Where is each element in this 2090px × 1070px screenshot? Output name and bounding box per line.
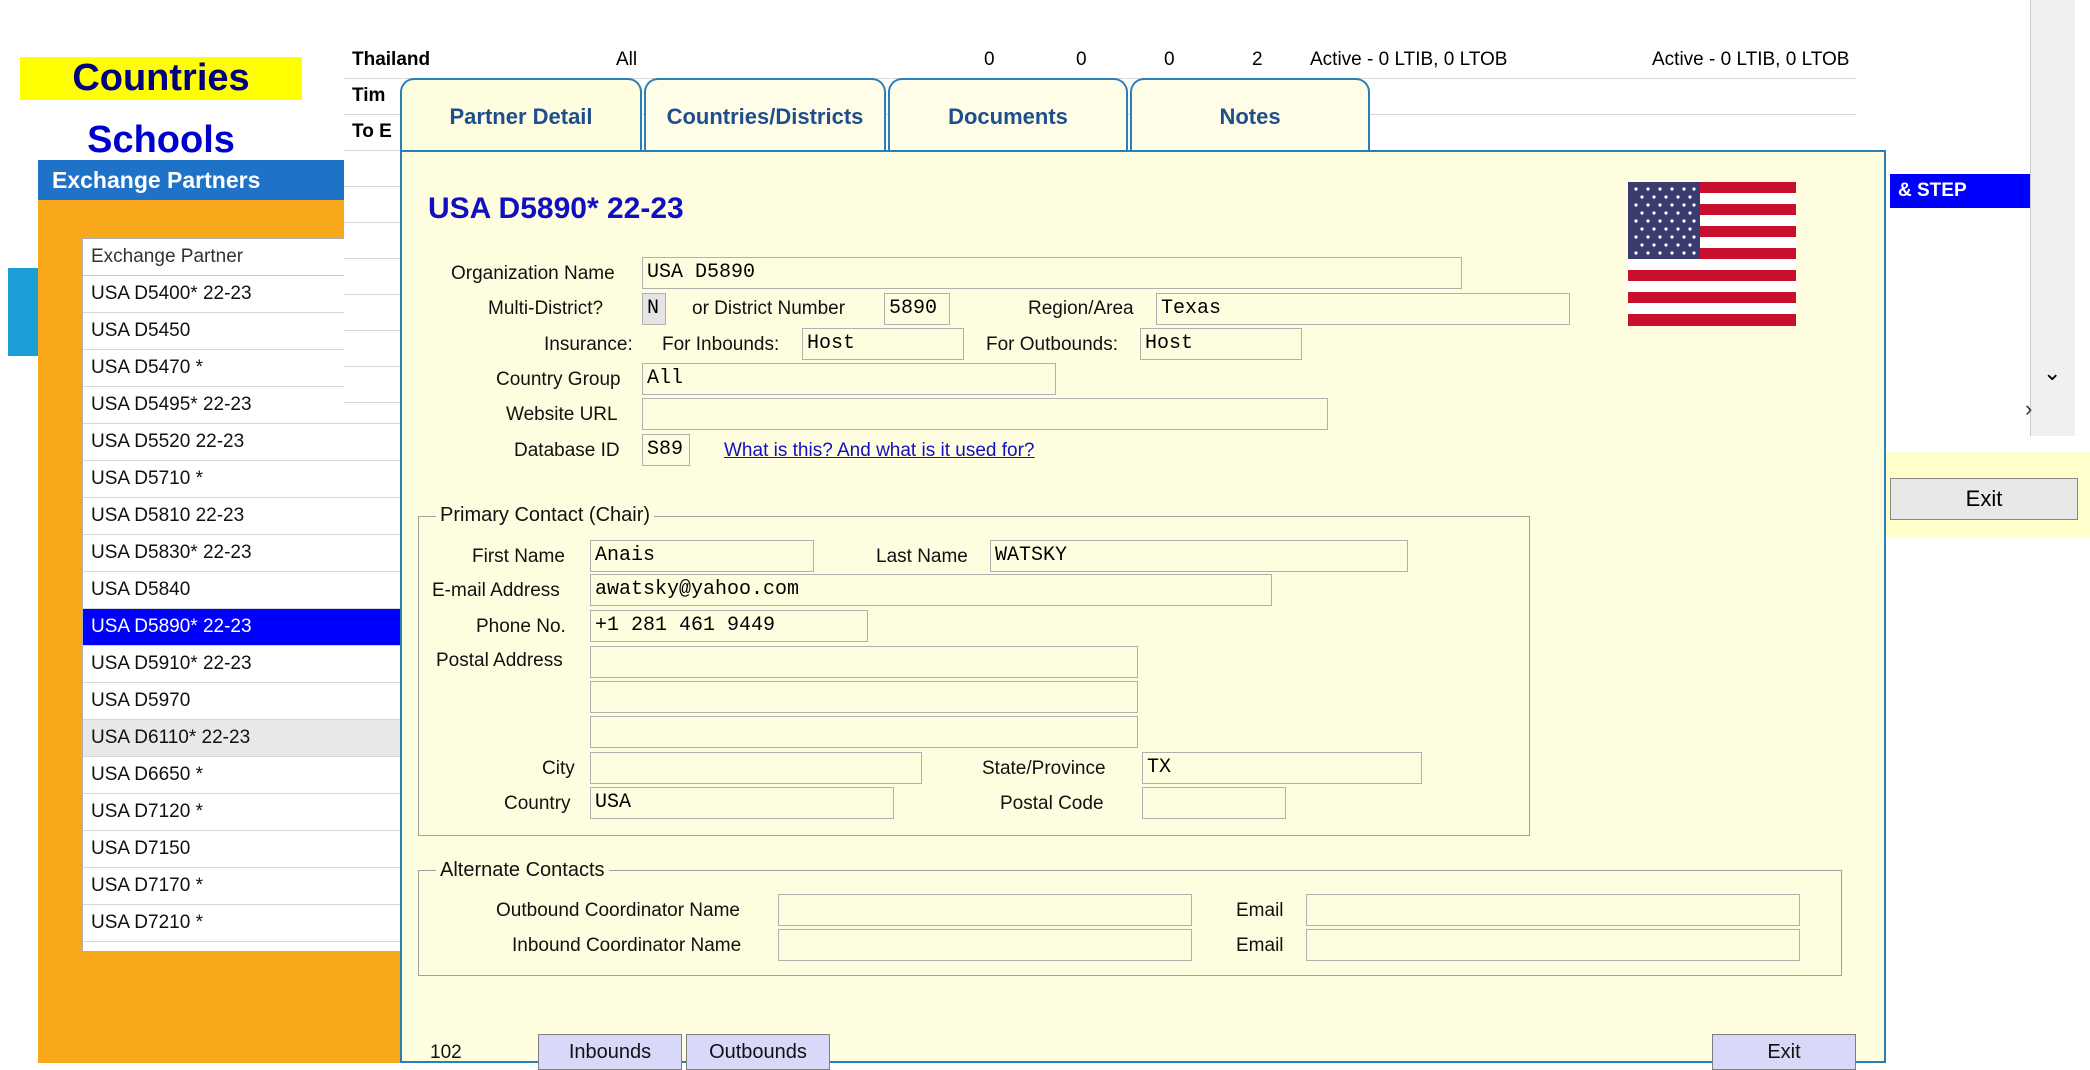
city-label: City [542, 758, 575, 779]
grid-cell-country: Thailand [352, 49, 431, 70]
grid-cell-country: Tim [352, 85, 386, 106]
district-number-field[interactable]: 5890 [884, 293, 950, 325]
region-label: Region/Area [1028, 298, 1134, 319]
postal-address-line1[interactable] [590, 646, 1138, 678]
multi-district-field[interactable]: N [642, 293, 666, 325]
country-field[interactable]: USA [590, 787, 894, 819]
postal-code-label: Postal Code [1000, 793, 1104, 814]
exchange-partner-row[interactable]: USA D5910* 22-23 [83, 646, 401, 683]
exchange-partner-row-selected[interactable]: USA D5890* 22-23 [83, 609, 401, 646]
outbound-coordinator-field[interactable] [778, 894, 1192, 926]
city-field[interactable] [590, 752, 922, 784]
exchange-partner-row[interactable]: USA D5710 * [83, 461, 401, 498]
exchange-partner-row[interactable]: USA D5830* 22-23 [83, 535, 401, 572]
website-url-field[interactable] [642, 398, 1328, 430]
grid-cell-group: All [616, 49, 638, 70]
exchange-partner-row[interactable]: USA D7210 * [83, 905, 401, 942]
side-tab[interactable] [8, 268, 38, 356]
last-name-label: Last Name [876, 546, 968, 567]
country-group-field[interactable]: All [642, 363, 1056, 395]
background-exit-button[interactable]: Exit [1890, 478, 2078, 520]
database-id-field[interactable]: S89 [642, 434, 690, 466]
exchange-partner-row[interactable]: USA D5840 [83, 572, 401, 609]
postal-code-field[interactable] [1142, 787, 1286, 819]
postal-address-line2[interactable] [590, 681, 1138, 713]
state-province-label: State/Province [982, 758, 1106, 779]
grid-cell-status: Active - 0 LTIB, 0 LTOB [1310, 49, 1508, 70]
insurance-inbound-field[interactable]: Host [802, 328, 964, 360]
region-field[interactable]: Texas [1156, 293, 1570, 325]
nav-countries[interactable]: Countries [20, 57, 302, 100]
outbound-coordinator-label: Outbound Coordinator Name [496, 900, 740, 921]
website-url-label: Website URL [506, 404, 618, 425]
grid-cell-count: 0 [984, 49, 995, 70]
outbound-email-label: Email [1236, 900, 1284, 921]
multi-district-label: Multi-District? [488, 298, 604, 319]
outbound-email-field[interactable] [1306, 894, 1800, 926]
alternate-contacts-title: Alternate Contacts [436, 859, 609, 882]
insurance-outbound-field[interactable]: Host [1140, 328, 1302, 360]
exit-button[interactable]: Exit [1712, 1034, 1856, 1070]
record-count: 102 [430, 1042, 462, 1063]
postal-address-line3[interactable] [590, 716, 1138, 748]
exchange-partner-row[interactable]: USA D6650 * [83, 757, 401, 794]
inbound-coordinator-field[interactable] [778, 929, 1192, 961]
partner-title: USA D5890* 22-23 [428, 192, 684, 225]
country-group-label: Country Group [496, 369, 621, 390]
email-address-label: E-mail Address [432, 580, 560, 601]
grid-row[interactable]: Thailand All 0 0 0 2 Active - 0 LTIB, 0 … [344, 42, 1856, 79]
organization-name-label: Organization Name [451, 263, 615, 284]
exchange-partner-row[interactable]: USA D7170 * [83, 868, 401, 905]
exchange-partner-row[interactable]: USA D5810 22-23 [83, 498, 401, 535]
organization-name-field[interactable]: USA D5890 [642, 257, 1462, 289]
first-name-label: First Name [472, 546, 565, 567]
chevron-down-icon[interactable]: ⌄ [2043, 360, 2061, 386]
email-address-field[interactable]: awatsky@yahoo.com [590, 574, 1272, 606]
chevron-right-icon[interactable]: › [2025, 396, 2032, 422]
database-id-label: Database ID [514, 440, 620, 461]
for-inbounds-label: For Inbounds: [662, 334, 780, 355]
primary-contact-title: Primary Contact (Chair) [436, 504, 655, 527]
tab-notes[interactable]: Notes [1130, 78, 1370, 152]
exchange-partner-row[interactable]: USA D7150 [83, 831, 401, 868]
grid-cell-count: 0 [1164, 49, 1175, 70]
us-flag-icon [1628, 182, 1796, 326]
outbounds-button[interactable]: Outbounds [686, 1034, 830, 1070]
exchange-partner-row[interactable]: USA D6110* 22-23 [83, 720, 401, 757]
district-number-label: or District Number [692, 298, 846, 319]
grid-cell-count: 0 [1076, 49, 1087, 70]
nav-schools[interactable]: Schools [20, 118, 302, 163]
insurance-label: Insurance: [544, 334, 633, 355]
first-name-field[interactable]: Anais [590, 540, 814, 572]
tab-countries-districts[interactable]: Countries/Districts [644, 78, 886, 152]
phone-number-label: Phone No. [476, 616, 566, 637]
grid-cell-count: 2 [1252, 49, 1263, 70]
grid-cell-status: Active - 0 LTIB, 0 LTOB [1652, 49, 1850, 70]
inbound-email-field[interactable] [1306, 929, 1800, 961]
last-name-field[interactable]: WATSKY [990, 540, 1408, 572]
exchange-partner-row[interactable]: USA D5520 22-23 [83, 424, 401, 461]
tab-documents[interactable]: Documents [888, 78, 1128, 152]
inbound-email-label: Email [1236, 935, 1284, 956]
grid-scrollbar[interactable]: ⌄ › [2025, 0, 2075, 436]
phone-number-field[interactable]: +1 281 461 9449 [590, 610, 868, 642]
postal-address-label: Postal Address [436, 650, 563, 671]
exchange-partner-row[interactable]: USA D5970 [83, 683, 401, 720]
exchange-partner-row[interactable]: USA D7120 * [83, 794, 401, 831]
state-province-field[interactable]: TX [1142, 752, 1422, 784]
inbounds-button[interactable]: Inbounds [538, 1034, 682, 1070]
country-label: Country [504, 793, 571, 814]
inbound-coordinator-label: Inbound Coordinator Name [512, 935, 742, 956]
tab-partner-detail[interactable]: Partner Detail [400, 78, 642, 158]
grid-cell-country: To E [352, 121, 392, 142]
grid-selected-cell[interactable]: & STEP [1890, 174, 2030, 208]
for-outbounds-label: For Outbounds: [986, 334, 1119, 355]
database-id-help-link[interactable]: What is this? And what is it used for? [724, 434, 1035, 468]
